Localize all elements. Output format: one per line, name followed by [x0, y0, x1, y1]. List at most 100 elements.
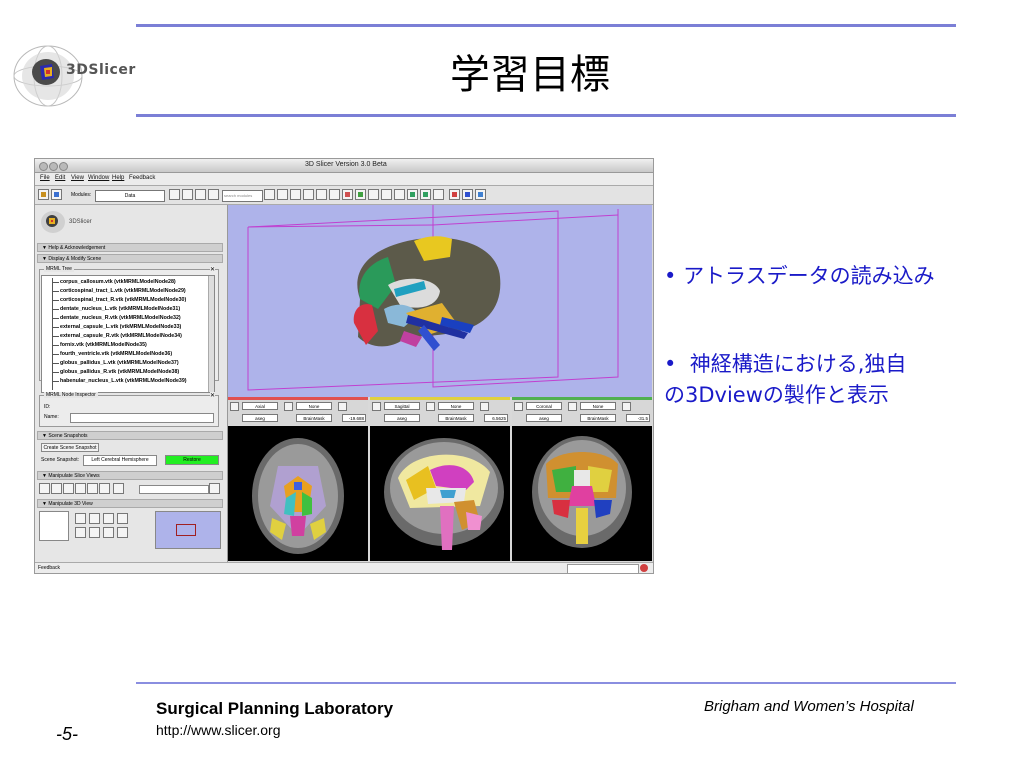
sagittal-lut-select[interactable]: BrainMask: [438, 414, 474, 422]
restore-button[interactable]: Restore: [165, 455, 219, 465]
menu-window[interactable]: Window: [88, 175, 109, 181]
view-layout-icon[interactable]: [303, 189, 314, 200]
coronal-fg-icon[interactable]: [568, 402, 577, 411]
module-history-button[interactable]: [195, 189, 206, 200]
tree-scrollbar[interactable]: [208, 276, 214, 392]
modules-select[interactable]: Data: [95, 190, 165, 202]
layout-red-icon[interactable]: [368, 189, 379, 200]
stereo-icon[interactable]: [103, 527, 114, 538]
slice-fit-icon[interactable]: [39, 483, 50, 494]
help-section-header[interactable]: ▼ Help & Acknowledgement: [37, 243, 223, 252]
footer-url[interactable]: http://www.slicer.org: [156, 722, 281, 738]
sagittal-lbl-icon[interactable]: [480, 402, 489, 411]
slice-visibility-icon[interactable]: [63, 483, 74, 494]
rotate-icon[interactable]: [75, 513, 86, 524]
minimize-window-button[interactable]: [49, 162, 58, 171]
camera-icon[interactable]: [117, 527, 128, 538]
next-module-button[interactable]: [182, 189, 193, 200]
tree-item[interactable]: corticospinal_tract_L.vtk (vtkMRMLModelN…: [60, 288, 186, 294]
tree-item[interactable]: habenular_nucleus_L.vtk (vtkMRMLModelNod…: [60, 378, 187, 384]
feedback-label[interactable]: Feedback: [38, 565, 60, 571]
menu-help[interactable]: Help: [112, 175, 124, 181]
tree-item[interactable]: globus_pallidus_R.vtk (vtkMRMLModelNode3…: [60, 369, 179, 375]
home-module-button[interactable]: [38, 189, 49, 200]
snapshot-select[interactable]: Left Cerebral Hemisphere: [83, 455, 157, 466]
zoom-in-icon[interactable]: [89, 513, 100, 524]
view-orientation-widget[interactable]: [39, 511, 69, 541]
view-3d-icon[interactable]: [290, 189, 301, 200]
axial-label-select[interactable]: aseg: [242, 414, 278, 422]
menu-view[interactable]: View: [71, 175, 84, 181]
slice-crosshair-icon[interactable]: [87, 483, 98, 494]
layout-fourup-icon[interactable]: [342, 189, 353, 200]
coronal-lut-select[interactable]: BrainMask: [580, 414, 616, 422]
tree-item[interactable]: dentate_nucleus_L.vtk (vtkMRMLModelNode3…: [60, 306, 180, 312]
slice-reslice-icon[interactable]: [75, 483, 86, 494]
menu-file[interactable]: File: [40, 175, 50, 181]
view-home-icon[interactable]: [277, 189, 288, 200]
sagittal-fg-select[interactable]: None: [438, 402, 474, 410]
3d-navigator-thumb[interactable]: [155, 511, 221, 549]
refresh-button[interactable]: [208, 189, 219, 200]
axial-fg-select[interactable]: None: [296, 402, 332, 410]
search-icon[interactable]: [264, 189, 275, 200]
coronal-lbl-icon[interactable]: [622, 402, 631, 411]
module-search-input[interactable]: search modules: [222, 190, 263, 202]
undo-icon[interactable]: [407, 189, 418, 200]
3d-view[interactable]: [228, 205, 652, 397]
inspector-close-icon[interactable]: ✕: [209, 392, 215, 399]
tree-item[interactable]: external_capsule_R.vtk (vtkMRMLModelNode…: [60, 333, 182, 339]
display-section-header[interactable]: ▼ Display & Modify Scene: [37, 254, 223, 263]
name-input[interactable]: [70, 413, 214, 423]
fiducial-pick-icon[interactable]: [462, 189, 473, 200]
manip-slice-section-header[interactable]: ▼ Manipulate Slice Views: [37, 471, 223, 480]
sagittal-offset-value[interactable]: 6.5625: [484, 414, 508, 422]
sagittal-fg-icon[interactable]: [426, 402, 435, 411]
slice-grid-icon[interactable]: [99, 483, 110, 494]
pan-icon[interactable]: [117, 513, 128, 524]
redo-icon[interactable]: [420, 189, 431, 200]
slice-lightbox-icon[interactable]: [113, 483, 124, 494]
layout-3d-icon[interactable]: [355, 189, 366, 200]
tree-item[interactable]: globus_pallidus_L.vtk (vtkMRMLModelNode3…: [60, 360, 179, 366]
close-window-button[interactable]: [39, 162, 48, 171]
menu-feedback[interactable]: Feedback: [129, 175, 155, 181]
slice-opacity-slider[interactable]: [139, 485, 209, 494]
spin-icon[interactable]: [75, 527, 86, 538]
zoom-out-icon[interactable]: [103, 513, 114, 524]
axial-pin-icon[interactable]: [230, 402, 239, 411]
axial-fg-icon[interactable]: [284, 402, 293, 411]
fiducial-place-icon[interactable]: [449, 189, 460, 200]
tree-close-icon[interactable]: ✕: [209, 266, 215, 273]
layout-conventional-icon[interactable]: [329, 189, 340, 200]
coronal-label-select[interactable]: aseg: [526, 414, 562, 422]
sagittal-orientation-select[interactable]: Sagittal: [384, 402, 420, 410]
coronal-offset-value[interactable]: -31.5: [626, 414, 650, 422]
coronal-orientation-select[interactable]: Coronal: [526, 402, 562, 410]
rock-icon[interactable]: [89, 527, 100, 538]
screenshot-icon[interactable]: [433, 189, 444, 200]
layout-green-icon[interactable]: [394, 189, 405, 200]
axial-slice-view[interactable]: [228, 426, 368, 561]
menu-edit[interactable]: Edit: [55, 175, 65, 181]
load-scene-button[interactable]: [51, 189, 62, 200]
coronal-pin-icon[interactable]: [514, 402, 523, 411]
slice-link-icon[interactable]: [51, 483, 62, 494]
sagittal-label-select[interactable]: aseg: [384, 414, 420, 422]
bug-icon[interactable]: [640, 564, 648, 572]
create-snapshot-button[interactable]: Create Scene Snapshot: [41, 443, 99, 452]
sagittal-pin-icon[interactable]: [372, 402, 381, 411]
axial-lut-select[interactable]: BrainMask: [296, 414, 332, 422]
tree-item[interactable]: corticospinal_tract_R.vtk (vtkMRMLModelN…: [60, 297, 186, 303]
view-box-icon[interactable]: [316, 189, 327, 200]
snapshots-section-header[interactable]: ▼ Scene Snapshots: [37, 431, 223, 440]
tree-item[interactable]: fornix.vtk (vtkMRMLModelNode35): [60, 342, 147, 348]
axial-offset-value[interactable]: -19.688: [342, 414, 366, 422]
tree-item[interactable]: corpus_callosum.vtk (vtkMRMLModelNode28): [60, 279, 176, 285]
sagittal-slice-view[interactable]: [370, 426, 510, 561]
tree-item[interactable]: dentate_nucleus_R.vtk (vtkMRMLModelNode3…: [60, 315, 181, 321]
slice-zoom-icon[interactable]: [209, 483, 220, 494]
manip-3d-section-header[interactable]: ▼ Manipulate 3D View: [37, 499, 223, 508]
zoom-window-button[interactable]: [59, 162, 68, 171]
prev-module-button[interactable]: [169, 189, 180, 200]
